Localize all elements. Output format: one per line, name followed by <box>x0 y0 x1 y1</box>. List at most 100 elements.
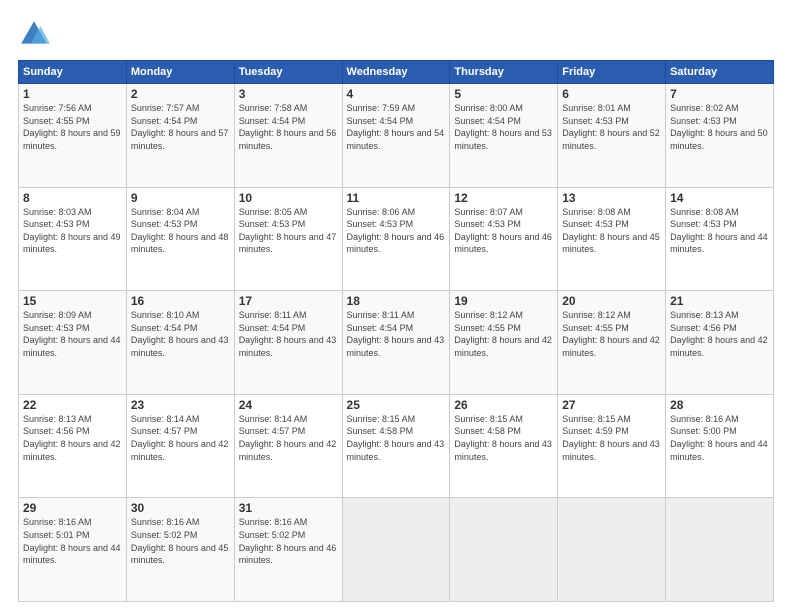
calendar-cell <box>558 498 666 602</box>
day-info: Sunrise: 8:04 AMSunset: 4:53 PMDaylight:… <box>131 206 230 256</box>
calendar-cell: 16Sunrise: 8:10 AMSunset: 4:54 PMDayligh… <box>126 291 234 395</box>
day-info: Sunrise: 8:15 AMSunset: 4:58 PMDaylight:… <box>454 413 553 463</box>
day-number: 2 <box>131 87 230 101</box>
day-number: 11 <box>347 191 446 205</box>
calendar-cell: 2Sunrise: 7:57 AMSunset: 4:54 PMDaylight… <box>126 84 234 188</box>
day-info: Sunrise: 8:12 AMSunset: 4:55 PMDaylight:… <box>562 309 661 359</box>
day-number: 10 <box>239 191 338 205</box>
calendar-header-tuesday: Tuesday <box>234 61 342 84</box>
day-number: 6 <box>562 87 661 101</box>
day-info: Sunrise: 8:03 AMSunset: 4:53 PMDaylight:… <box>23 206 122 256</box>
day-info: Sunrise: 8:08 AMSunset: 4:53 PMDaylight:… <box>670 206 769 256</box>
day-number: 18 <box>347 294 446 308</box>
logo <box>18 18 54 50</box>
calendar-cell: 3Sunrise: 7:58 AMSunset: 4:54 PMDaylight… <box>234 84 342 188</box>
day-info: Sunrise: 8:13 AMSunset: 4:56 PMDaylight:… <box>23 413 122 463</box>
calendar-cell: 23Sunrise: 8:14 AMSunset: 4:57 PMDayligh… <box>126 394 234 498</box>
day-number: 19 <box>454 294 553 308</box>
day-number: 22 <box>23 398 122 412</box>
calendar-cell: 21Sunrise: 8:13 AMSunset: 4:56 PMDayligh… <box>666 291 774 395</box>
day-number: 31 <box>239 501 338 515</box>
day-number: 23 <box>131 398 230 412</box>
day-info: Sunrise: 8:08 AMSunset: 4:53 PMDaylight:… <box>562 206 661 256</box>
calendar-week-5: 29Sunrise: 8:16 AMSunset: 5:01 PMDayligh… <box>19 498 774 602</box>
calendar-cell: 10Sunrise: 8:05 AMSunset: 4:53 PMDayligh… <box>234 187 342 291</box>
day-number: 5 <box>454 87 553 101</box>
day-number: 28 <box>670 398 769 412</box>
calendar-header-thursday: Thursday <box>450 61 558 84</box>
calendar-cell: 6Sunrise: 8:01 AMSunset: 4:53 PMDaylight… <box>558 84 666 188</box>
day-number: 26 <box>454 398 553 412</box>
calendar-header-row: SundayMondayTuesdayWednesdayThursdayFrid… <box>19 61 774 84</box>
day-info: Sunrise: 8:06 AMSunset: 4:53 PMDaylight:… <box>347 206 446 256</box>
calendar-cell: 12Sunrise: 8:07 AMSunset: 4:53 PMDayligh… <box>450 187 558 291</box>
day-number: 27 <box>562 398 661 412</box>
day-info: Sunrise: 8:16 AMSunset: 5:02 PMDaylight:… <box>131 516 230 566</box>
day-info: Sunrise: 7:59 AMSunset: 4:54 PMDaylight:… <box>347 102 446 152</box>
day-number: 9 <box>131 191 230 205</box>
calendar-cell: 18Sunrise: 8:11 AMSunset: 4:54 PMDayligh… <box>342 291 450 395</box>
day-info: Sunrise: 8:16 AMSunset: 5:01 PMDaylight:… <box>23 516 122 566</box>
calendar-cell: 1Sunrise: 7:56 AMSunset: 4:55 PMDaylight… <box>19 84 127 188</box>
day-info: Sunrise: 8:15 AMSunset: 4:59 PMDaylight:… <box>562 413 661 463</box>
day-info: Sunrise: 7:58 AMSunset: 4:54 PMDaylight:… <box>239 102 338 152</box>
day-number: 3 <box>239 87 338 101</box>
day-number: 12 <box>454 191 553 205</box>
day-info: Sunrise: 7:56 AMSunset: 4:55 PMDaylight:… <box>23 102 122 152</box>
calendar-header-monday: Monday <box>126 61 234 84</box>
calendar-cell <box>342 498 450 602</box>
day-number: 21 <box>670 294 769 308</box>
day-number: 14 <box>670 191 769 205</box>
day-info: Sunrise: 8:12 AMSunset: 4:55 PMDaylight:… <box>454 309 553 359</box>
calendar-cell: 27Sunrise: 8:15 AMSunset: 4:59 PMDayligh… <box>558 394 666 498</box>
calendar-cell: 14Sunrise: 8:08 AMSunset: 4:53 PMDayligh… <box>666 187 774 291</box>
day-number: 8 <box>23 191 122 205</box>
calendar-cell: 13Sunrise: 8:08 AMSunset: 4:53 PMDayligh… <box>558 187 666 291</box>
calendar-week-2: 8Sunrise: 8:03 AMSunset: 4:53 PMDaylight… <box>19 187 774 291</box>
calendar-cell <box>450 498 558 602</box>
day-number: 17 <box>239 294 338 308</box>
page: SundayMondayTuesdayWednesdayThursdayFrid… <box>0 0 792 612</box>
day-info: Sunrise: 8:09 AMSunset: 4:53 PMDaylight:… <box>23 309 122 359</box>
day-number: 16 <box>131 294 230 308</box>
calendar-cell: 24Sunrise: 8:14 AMSunset: 4:57 PMDayligh… <box>234 394 342 498</box>
day-number: 13 <box>562 191 661 205</box>
day-info: Sunrise: 8:16 AMSunset: 5:02 PMDaylight:… <box>239 516 338 566</box>
day-info: Sunrise: 8:11 AMSunset: 4:54 PMDaylight:… <box>347 309 446 359</box>
day-info: Sunrise: 8:11 AMSunset: 4:54 PMDaylight:… <box>239 309 338 359</box>
day-number: 15 <box>23 294 122 308</box>
day-number: 1 <box>23 87 122 101</box>
day-number: 25 <box>347 398 446 412</box>
calendar-cell: 28Sunrise: 8:16 AMSunset: 5:00 PMDayligh… <box>666 394 774 498</box>
calendar-cell: 15Sunrise: 8:09 AMSunset: 4:53 PMDayligh… <box>19 291 127 395</box>
calendar-table: SundayMondayTuesdayWednesdayThursdayFrid… <box>18 60 774 602</box>
calendar-cell: 5Sunrise: 8:00 AMSunset: 4:54 PMDaylight… <box>450 84 558 188</box>
day-info: Sunrise: 8:14 AMSunset: 4:57 PMDaylight:… <box>239 413 338 463</box>
calendar-cell: 7Sunrise: 8:02 AMSunset: 4:53 PMDaylight… <box>666 84 774 188</box>
calendar-cell: 30Sunrise: 8:16 AMSunset: 5:02 PMDayligh… <box>126 498 234 602</box>
calendar-cell <box>666 498 774 602</box>
day-info: Sunrise: 8:16 AMSunset: 5:00 PMDaylight:… <box>670 413 769 463</box>
day-info: Sunrise: 8:13 AMSunset: 4:56 PMDaylight:… <box>670 309 769 359</box>
calendar-cell: 31Sunrise: 8:16 AMSunset: 5:02 PMDayligh… <box>234 498 342 602</box>
calendar-week-1: 1Sunrise: 7:56 AMSunset: 4:55 PMDaylight… <box>19 84 774 188</box>
calendar-cell: 26Sunrise: 8:15 AMSunset: 4:58 PMDayligh… <box>450 394 558 498</box>
day-number: 4 <box>347 87 446 101</box>
calendar-cell: 8Sunrise: 8:03 AMSunset: 4:53 PMDaylight… <box>19 187 127 291</box>
calendar-cell: 11Sunrise: 8:06 AMSunset: 4:53 PMDayligh… <box>342 187 450 291</box>
day-info: Sunrise: 8:10 AMSunset: 4:54 PMDaylight:… <box>131 309 230 359</box>
calendar-week-4: 22Sunrise: 8:13 AMSunset: 4:56 PMDayligh… <box>19 394 774 498</box>
calendar-week-3: 15Sunrise: 8:09 AMSunset: 4:53 PMDayligh… <box>19 291 774 395</box>
day-info: Sunrise: 7:57 AMSunset: 4:54 PMDaylight:… <box>131 102 230 152</box>
logo-icon <box>18 18 50 50</box>
calendar-cell: 17Sunrise: 8:11 AMSunset: 4:54 PMDayligh… <box>234 291 342 395</box>
day-number: 7 <box>670 87 769 101</box>
calendar-header-friday: Friday <box>558 61 666 84</box>
calendar-header-sunday: Sunday <box>19 61 127 84</box>
header <box>18 18 774 50</box>
day-info: Sunrise: 8:00 AMSunset: 4:54 PMDaylight:… <box>454 102 553 152</box>
calendar-header-wednesday: Wednesday <box>342 61 450 84</box>
calendar-cell: 25Sunrise: 8:15 AMSunset: 4:58 PMDayligh… <box>342 394 450 498</box>
calendar-cell: 22Sunrise: 8:13 AMSunset: 4:56 PMDayligh… <box>19 394 127 498</box>
day-number: 30 <box>131 501 230 515</box>
